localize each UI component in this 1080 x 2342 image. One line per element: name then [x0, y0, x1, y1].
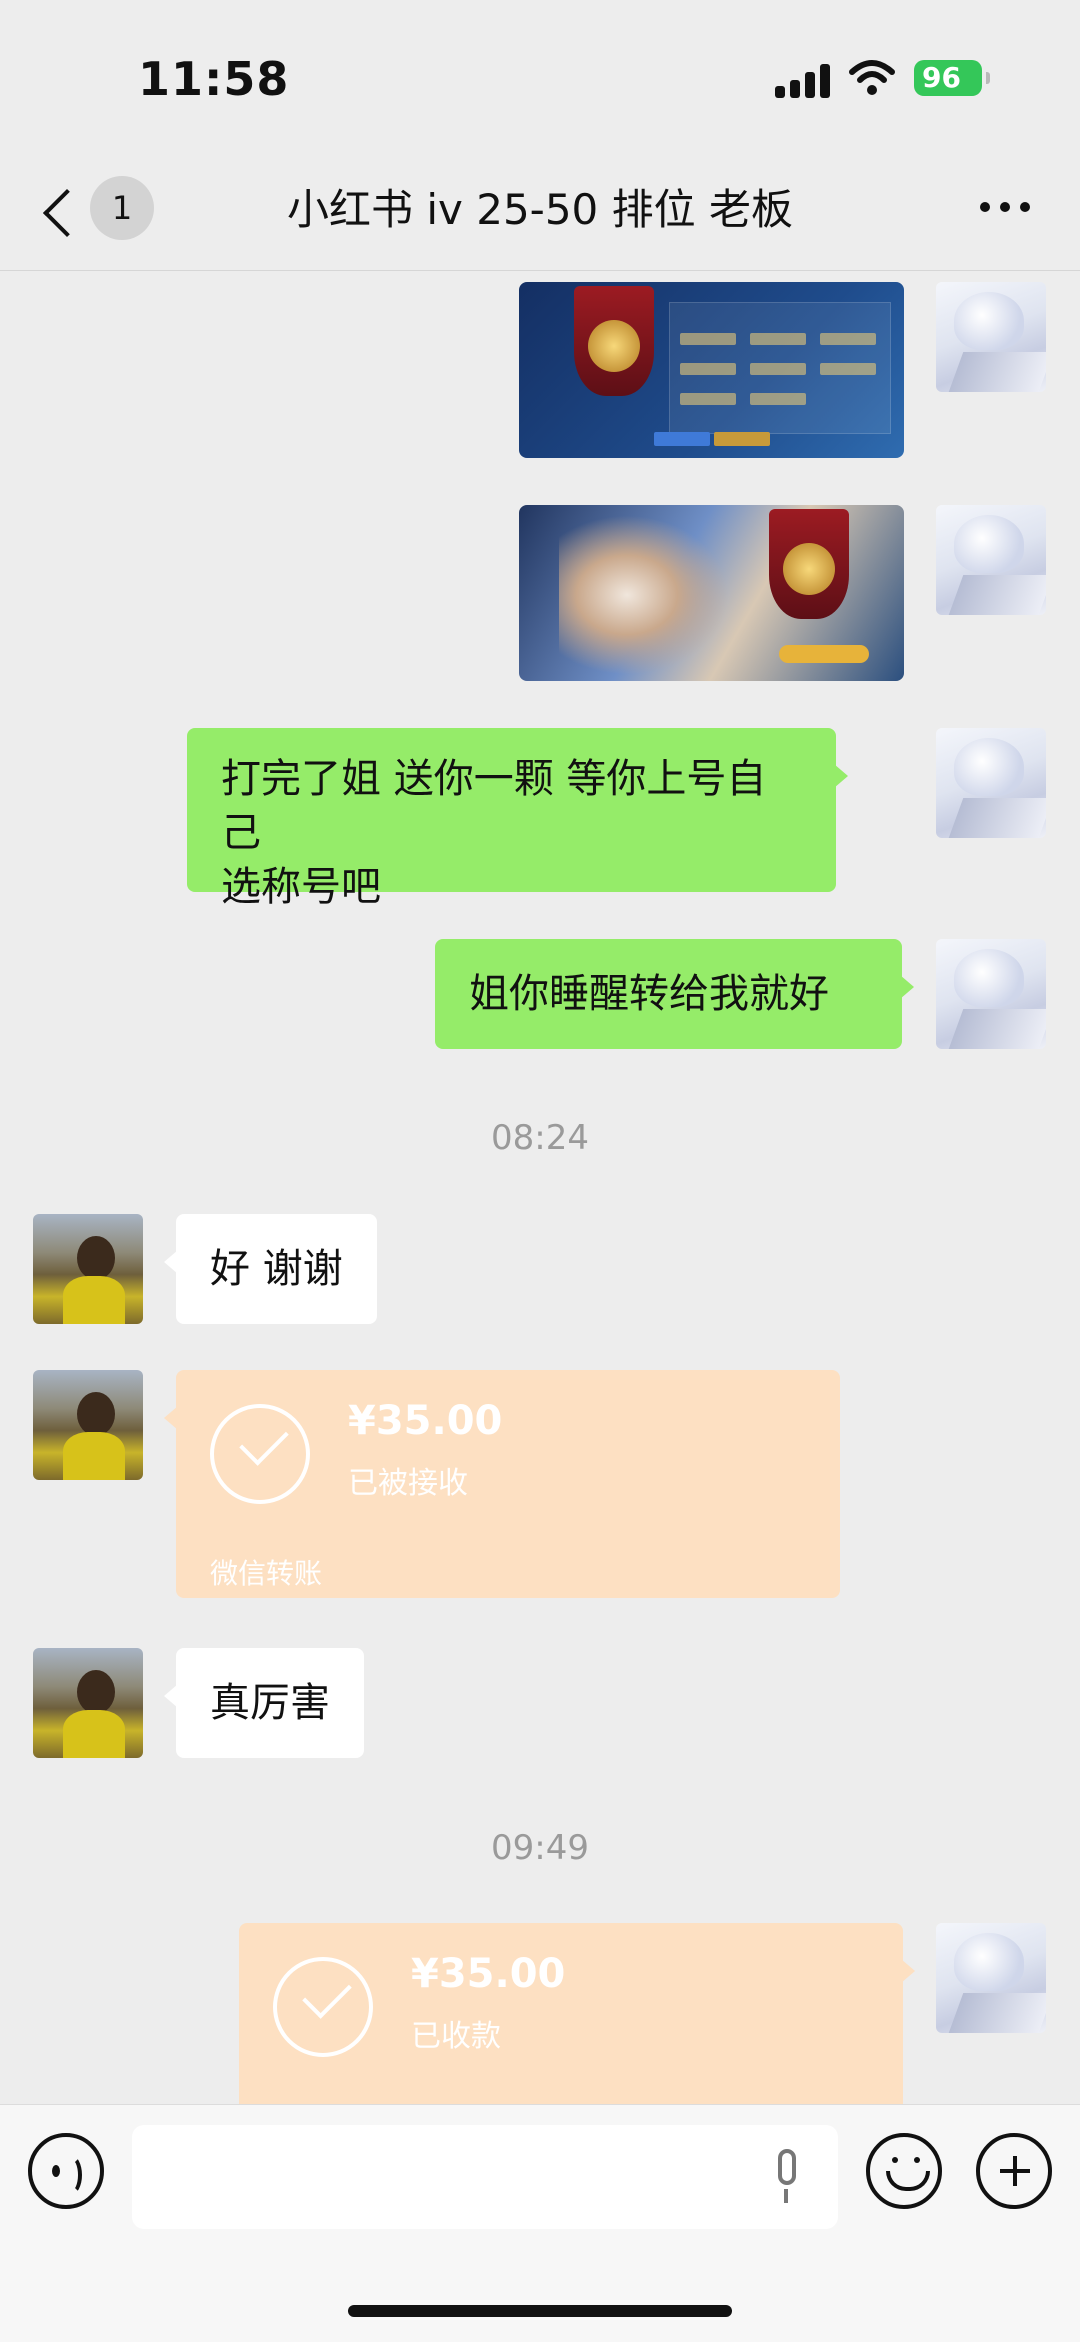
image-button-left [654, 432, 710, 446]
timestamp: 09:49 [491, 1828, 589, 1868]
transfer-card[interactable]: ¥35.00 已收款 [239, 1923, 915, 2104]
message-input[interactable] [132, 2125, 838, 2229]
message-text-line: 打完了姐 送你一颗 等你上号自己 [221, 756, 767, 856]
contact-avatar[interactable] [33, 1214, 143, 1324]
contact-message-bubble[interactable]: 好 谢谢 [164, 1214, 377, 1324]
home-indicator[interactable] [348, 2305, 732, 2317]
timestamp: 08:24 [491, 1118, 589, 1158]
status-bar: 11:58 96 [0, 0, 1080, 150]
title-selection-panel [669, 302, 891, 434]
transfer-label: 微信转账 [210, 1557, 323, 1590]
transfer-amount: ¥35.00 [348, 1398, 503, 1444]
message-image[interactable] [519, 282, 904, 458]
contact-avatar[interactable] [33, 1370, 143, 1480]
message-image[interactable] [519, 505, 904, 681]
game-characters-image [559, 515, 729, 675]
image-button-right [714, 432, 770, 446]
cellular-signal-icon [775, 62, 831, 98]
my-message-bubble[interactable]: 姐你睡醒转给我就好 [435, 939, 914, 1049]
my-avatar[interactable] [936, 728, 1046, 838]
transfer-amount: ¥35.00 [411, 1951, 566, 1997]
more-options-icon[interactable] [980, 202, 1030, 218]
rank-mode-pill [779, 645, 869, 663]
wifi-icon [849, 60, 895, 95]
battery-icon: 96 [914, 60, 990, 96]
rank-crest-image [574, 286, 654, 396]
my-message-bubble[interactable]: 打完了姐 送你一颗 等你上号自己 选称号吧 [187, 728, 848, 910]
check-circle-icon [273, 1957, 373, 2057]
plus-icon[interactable] [976, 2133, 1052, 2209]
chat-header: 1 小红书 iv 25-50 排位 老板 [0, 150, 1080, 271]
emoji-icon[interactable] [866, 2133, 942, 2209]
chat-title: 小红书 iv 25-50 排位 老板 [287, 185, 793, 234]
transfer-status: 已收款 [411, 2019, 501, 2054]
message-text-line: 选称号吧 [221, 864, 381, 910]
battery-level: 96 [922, 61, 961, 94]
transfer-status: 已被接收 [348, 1466, 468, 1501]
contact-message-bubble[interactable]: 真厉害 [164, 1648, 364, 1758]
my-avatar[interactable] [936, 505, 1046, 615]
transfer-card[interactable]: ¥35.00 已被接收 微信转账 [164, 1370, 840, 1598]
rank-crest-image [769, 509, 849, 619]
voice-input-icon[interactable] [28, 2133, 104, 2209]
status-time: 11:58 [138, 52, 290, 106]
check-circle-icon [210, 1404, 310, 1504]
contact-avatar[interactable] [33, 1648, 143, 1758]
my-avatar[interactable] [936, 282, 1046, 392]
microphone-icon[interactable] [770, 2149, 804, 2207]
my-avatar[interactable] [936, 939, 1046, 1049]
my-avatar[interactable] [936, 1923, 1046, 2033]
